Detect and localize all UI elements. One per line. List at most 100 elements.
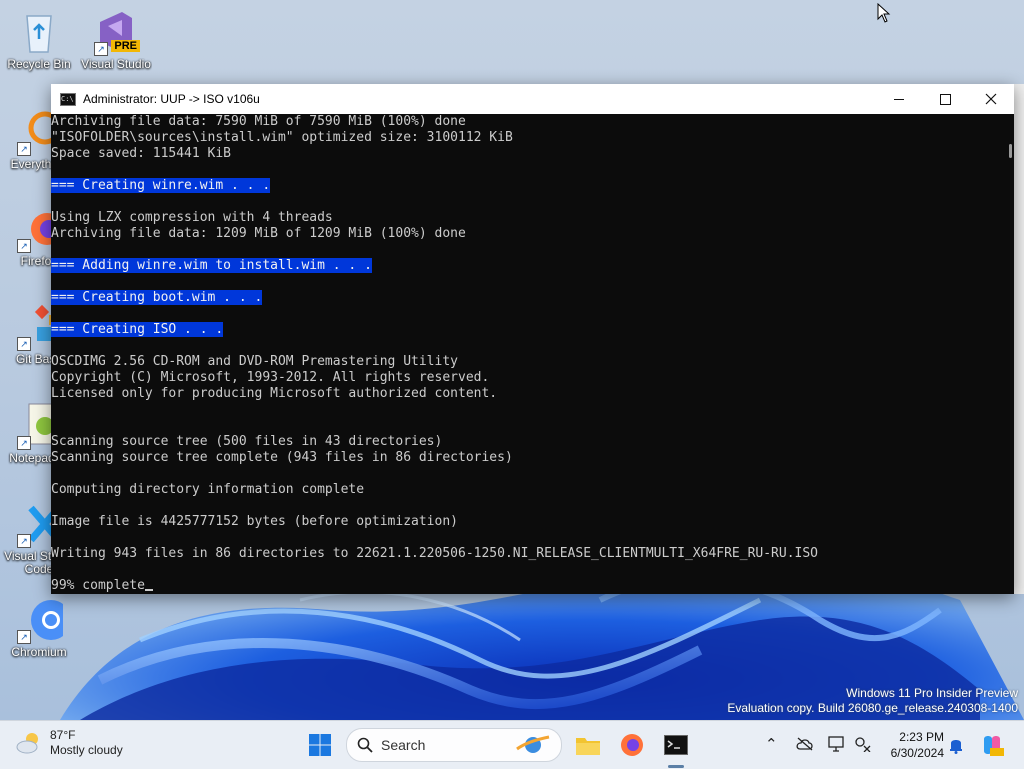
- console-line-text: 99% complete: [51, 578, 145, 593]
- console-line-text: Archiving file data: 7590 MiB of 7590 Mi…: [51, 114, 466, 129]
- console-line: === Creating boot.wim . . .: [51, 290, 1014, 306]
- console-line: === Creating ISO . . .: [51, 322, 1014, 338]
- taskbar-clock[interactable]: 2:23 PM 6/30/2024: [880, 729, 944, 761]
- display-icon[interactable]: [828, 736, 846, 752]
- console-output[interactable]: Archiving file data: 7590 MiB of 7590 Mi…: [51, 114, 1014, 594]
- console-line: Computing directory information complete: [51, 482, 1014, 498]
- visual-studio-icon: ↗ PRE: [92, 8, 140, 56]
- desktop-icon-chromium[interactable]: ↗ Chromium: [3, 596, 75, 659]
- taskbar-file-explorer[interactable]: [572, 729, 604, 761]
- desktop-icon-label: Recycle Bin: [7, 57, 71, 71]
- minimize-button[interactable]: [876, 84, 922, 114]
- search-highlight-icon: [516, 735, 550, 753]
- console-line-highlighted-text: === Adding winre.wim to install.wim . . …: [51, 258, 372, 273]
- console-line-highlighted-text: === Creating ISO . . .: [51, 322, 224, 337]
- weather-widget[interactable]: 87°F Mostly cloudy: [14, 728, 123, 758]
- background-window-edge: [1014, 84, 1024, 594]
- window-title: Administrator: UUP -> ISO v106u: [83, 92, 260, 106]
- window-titlebar[interactable]: C:\ Administrator: UUP -> ISO v106u: [51, 84, 1014, 114]
- close-icon: [985, 93, 997, 105]
- console-line: Image file is 4425777152 bytes (before o…: [51, 514, 1014, 530]
- clock-time: 2:23 PM: [899, 730, 944, 744]
- network-icon[interactable]: [854, 736, 872, 752]
- console-line: 99% complete: [51, 578, 1014, 594]
- shortcut-arrow-icon: ↗: [17, 534, 31, 548]
- console-line: Using LZX compression with 4 threads: [51, 210, 1014, 226]
- console-window[interactable]: C:\ Administrator: UUP -> ISO v106u Arch…: [51, 84, 1014, 594]
- console-line-text: Scanning source tree (500 files in 43 di…: [51, 434, 443, 449]
- console-line-text: Using LZX compression with 4 threads: [51, 210, 333, 225]
- maximize-icon: [939, 93, 951, 105]
- start-button[interactable]: [304, 729, 336, 761]
- weather-temperature: 87°F: [50, 728, 76, 742]
- console-line-text: Archiving file data: 1209 MiB of 1209 Mi…: [51, 226, 466, 241]
- console-line: Archiving file data: 7590 MiB of 7590 Mi…: [51, 114, 1014, 130]
- maximize-button[interactable]: [922, 84, 968, 114]
- search-icon: [357, 737, 373, 753]
- console-line-text: Space saved: 115441 KiB: [51, 146, 232, 161]
- taskbar-firefox[interactable]: [616, 729, 648, 761]
- firefox-icon: [621, 734, 643, 756]
- cloudy-weather-icon: [16, 733, 38, 754]
- taskbar: 87°F Mostly cloudy Search ⌃ 2:23 PM 6/30…: [0, 720, 1024, 769]
- minimize-icon: [894, 98, 904, 100]
- console-scrollbar[interactable]: [1004, 114, 1014, 594]
- console-line: Scanning source tree (500 files in 43 di…: [51, 434, 1014, 450]
- pre-badge: PRE: [111, 40, 140, 52]
- console-line: Licensed only for producing Microsoft au…: [51, 386, 1014, 402]
- console-line: "ISOFOLDER\sources\install.wim" optimize…: [51, 130, 1014, 146]
- recycle-bin-icon: [15, 8, 63, 56]
- shortcut-arrow-icon: ↗: [17, 239, 31, 253]
- desktop-icon-recycle-bin[interactable]: Recycle Bin: [3, 8, 75, 71]
- console-line-text: Licensed only for producing Microsoft au…: [51, 386, 498, 401]
- console-line-text: Scanning source tree complete (943 files…: [51, 450, 513, 465]
- console-line-text: Computing directory information complete: [51, 482, 365, 497]
- desktop-icon-visual-studio[interactable]: ↗ PRE Visual Studio 2022 Preview: [80, 8, 152, 71]
- desktop-icon-label: Visual Studio 2022 Preview: [81, 58, 151, 71]
- console-line: Writing 943 files in 86 directories to 2…: [51, 546, 1014, 562]
- shortcut-arrow-icon: ↗: [17, 337, 31, 351]
- console-line-highlighted-text: === Creating winre.wim . . .: [51, 178, 271, 193]
- scrollbar-thumb[interactable]: [1009, 144, 1012, 158]
- taskbar-search-box[interactable]: Search: [346, 728, 562, 762]
- console-line: OSCDIMG 2.56 CD-ROM and DVD-ROM Premaste…: [51, 354, 1014, 370]
- mouse-pointer-icon: [877, 3, 891, 23]
- weather-condition: Mostly cloudy: [50, 743, 123, 757]
- console-line-text: Copyright (C) Microsoft, 1993-2012. All …: [51, 370, 490, 385]
- console-line-text: Writing 943 files in 86 directories to 2…: [51, 546, 819, 561]
- watermark-edition: Windows 11 Pro Insider Preview: [846, 686, 1018, 700]
- desktop-icon-label: Chromium: [11, 645, 67, 659]
- clock-date: 6/30/2024: [890, 746, 944, 760]
- console-line-text: OSCDIMG 2.56 CD-ROM and DVD-ROM Premaste…: [51, 354, 458, 369]
- text-cursor: [144, 589, 153, 591]
- console-line-highlighted-text: === Creating boot.wim . . .: [51, 290, 263, 305]
- console-line: Archiving file data: 1209 MiB of 1209 Mi…: [51, 226, 1014, 242]
- close-button[interactable]: [968, 84, 1014, 114]
- search-label: Search: [381, 737, 426, 753]
- evaluation-watermark: Windows 11 Pro Insider Preview Evaluatio…: [727, 686, 1018, 716]
- watermark-build: Evaluation copy. Build 26080.ge_release.…: [727, 701, 1018, 715]
- console-line-text: Image file is 4425777152 bytes (before o…: [51, 514, 458, 529]
- onedrive-offline-icon[interactable]: [796, 737, 814, 751]
- taskbar-terminal[interactable]: [660, 729, 692, 761]
- chevron-up-icon[interactable]: ⌃: [765, 735, 778, 753]
- console-line-text: "ISOFOLDER\sources\install.wim" optimize…: [51, 130, 513, 145]
- notification-bell-icon[interactable]: [948, 736, 964, 754]
- copilot-pre-icon[interactable]: [980, 733, 1004, 757]
- chromium-icon: ↗: [15, 596, 71, 644]
- console-line: === Adding winre.wim to install.wim . . …: [51, 258, 1014, 274]
- console-app-icon: C:\: [60, 92, 76, 106]
- terminal-icon: [664, 735, 688, 755]
- console-line: Copyright (C) Microsoft, 1993-2012. All …: [51, 370, 1014, 386]
